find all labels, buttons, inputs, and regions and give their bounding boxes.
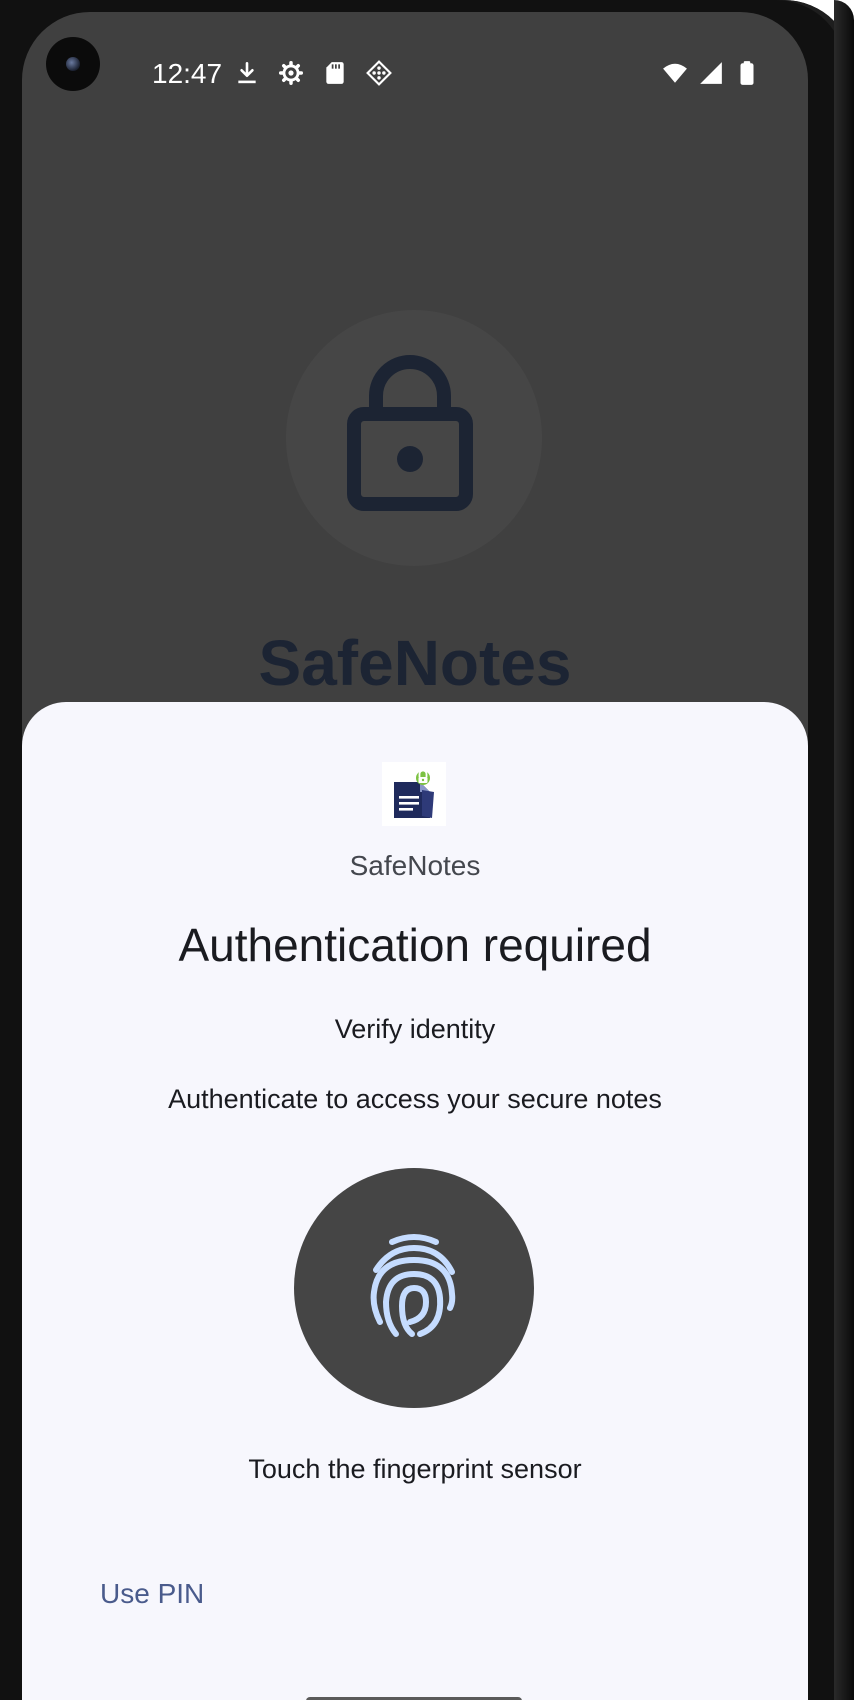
signal-icon bbox=[700, 62, 722, 84]
settings-icon bbox=[278, 60, 304, 86]
fingerprint-sensor-indicator[interactable] bbox=[294, 1168, 534, 1408]
lock-icon bbox=[347, 355, 473, 511]
wifi-icon bbox=[663, 63, 687, 83]
prompt-subtitle: Verify identity bbox=[334, 1014, 496, 1044]
prompt-title: Authentication required bbox=[178, 919, 652, 971]
screen: 12:47 SafeNotes SafeNotes Authentication… bbox=[22, 12, 808, 1700]
fingerprint-hint: Touch the fingerprint sensor bbox=[248, 1454, 582, 1484]
phone-bezel-edge bbox=[834, 0, 854, 1700]
background-app-title: SafeNotes bbox=[258, 627, 572, 699]
prompt-description: Authenticate to access your secure notes bbox=[168, 1084, 662, 1114]
biometric-prompt-sheet: SafeNotes Authentication required Verify… bbox=[22, 702, 808, 1700]
sd-card-icon bbox=[326, 62, 344, 84]
battery-icon bbox=[740, 61, 754, 85]
status-icons-right bbox=[662, 60, 760, 86]
status-bar: 12:47 bbox=[22, 12, 808, 112]
download-icon bbox=[238, 61, 256, 84]
prompt-app-name: SafeNotes bbox=[349, 850, 481, 881]
device-frame: 12:47 SafeNotes SafeNotes Authentication… bbox=[0, 0, 854, 1700]
safenotes-logo-icon bbox=[394, 769, 434, 818]
front-camera bbox=[46, 37, 100, 91]
fingerprint-icon bbox=[370, 1234, 456, 1337]
app-logo bbox=[382, 762, 446, 826]
status-time: 12:47 bbox=[152, 58, 223, 89]
diamond-grid-icon bbox=[366, 60, 392, 86]
status-icons-left bbox=[234, 60, 392, 86]
use-pin-button[interactable]: Use PIN bbox=[96, 1568, 208, 1620]
